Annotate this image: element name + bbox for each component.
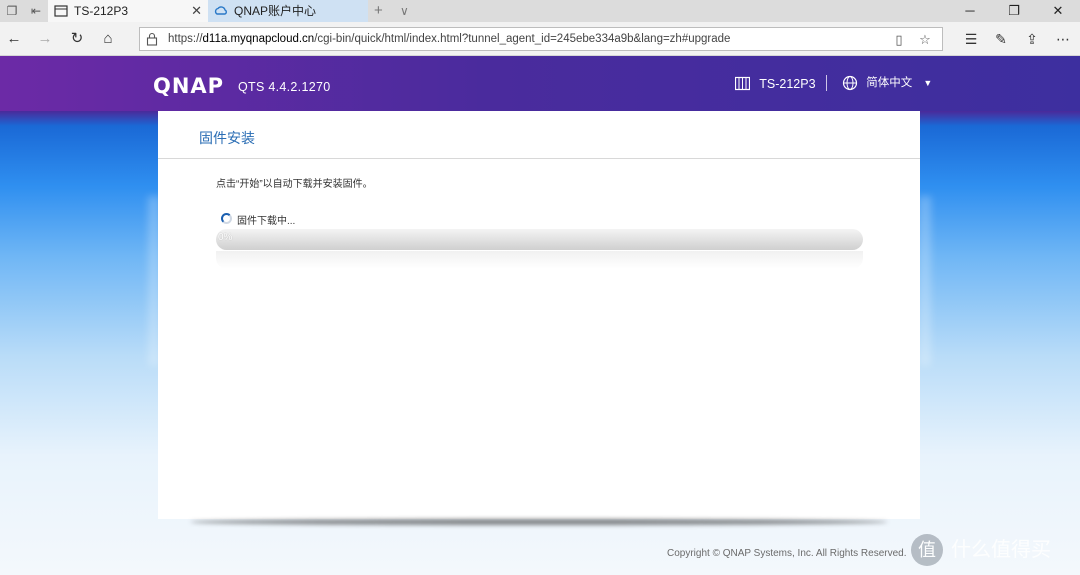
progress-percent: 0% [218, 232, 233, 243]
qts-header: QNAP QTS 4.4.2.1270 TS-212P3 简体中文 ▼ [0, 56, 1080, 111]
browser-nav-bar: ← → ↻ ⌂ https://d11a.myqnapcloud.cn/cgi-… [0, 22, 1080, 56]
globe-icon [842, 75, 858, 91]
refresh-icon[interactable]: ↻ [66, 28, 88, 50]
download-status: 固件下载中... [221, 212, 296, 227]
watermark-badge: 值 [911, 534, 943, 566]
firmware-install-panel: 固件安装 点击“开始”以自动下载并安装固件。 固件下载中... 0% [158, 111, 920, 519]
url-scheme: https:// [168, 33, 203, 45]
loading-spinner-icon [221, 213, 232, 224]
qnap-logo: QNAP [153, 74, 225, 98]
download-progress-bar: 0% [216, 229, 863, 250]
more-icon[interactable]: ⋯ [1052, 28, 1074, 50]
lock-icon [146, 32, 158, 46]
share-icon[interactable]: ⇪ [1021, 28, 1043, 50]
watermark: 值什么值得买 [911, 532, 1051, 568]
divider [158, 158, 920, 159]
minimize-icon[interactable]: ─ [948, 0, 992, 22]
tab-qnap-account[interactable]: QNAP账户中心 [208, 0, 368, 22]
back-arrow-icon[interactable]: ← [3, 28, 25, 50]
device-name: TS-212P3 [735, 76, 816, 92]
copyright-text: Copyright © QNAP Systems, Inc. All Right… [667, 548, 907, 559]
reading-view-icon[interactable]: ▯ [890, 31, 908, 49]
tab-preview-icon[interactable]: ❐ [3, 2, 21, 20]
page-content: QNAP QTS 4.4.2.1270 TS-212P3 简体中文 ▼ 固件安装… [0, 56, 1080, 575]
set-aside-tabs-icon[interactable]: ⇤ [27, 2, 45, 20]
caret-down-icon: ▼ [923, 78, 933, 88]
page-icon [54, 5, 68, 17]
url-host: d11a.myqnapcloud.cn [202, 33, 315, 45]
tab-title: TS-212P3 [74, 4, 129, 18]
url-text: https://d11a.myqnapcloud.cn/cgi-bin/quic… [168, 28, 730, 50]
cloud-icon [214, 6, 227, 15]
tab-title: QNAP账户中心 [234, 4, 317, 18]
tab-ts-212p3[interactable]: TS-212P3 ✕ [48, 0, 208, 22]
watermark-text: 什么值得买 [951, 539, 1051, 561]
maximize-icon[interactable]: ❐ [992, 0, 1036, 22]
page-title: 固件安装 [199, 130, 255, 146]
language-label: 简体中文 [866, 77, 913, 89]
browser-tab-bar: ❐ ⇤ TS-212P3 ✕ QNAP账户中心 + ∨ ─ ❐ ✕ [0, 0, 1080, 22]
decorative-glow [919, 196, 931, 366]
nas-device-icon [735, 76, 750, 91]
star-icon[interactable]: ☆ [916, 31, 934, 49]
home-icon[interactable]: ⌂ [97, 28, 119, 50]
instruction-text: 点击“开始”以自动下载并安装固件。 [216, 179, 373, 190]
url-path: /cgi-bin/quick/html/index.html?tunnel_ag… [314, 33, 731, 45]
device-name-label: TS-212P3 [759, 77, 816, 91]
forward-arrow-icon[interactable]: → [34, 28, 56, 50]
close-tab-icon[interactable]: ✕ [191, 0, 202, 22]
language-selector[interactable]: 简体中文 ▼ [842, 75, 932, 92]
progress-reflection [216, 251, 863, 269]
address-bar[interactable]: https://d11a.myqnapcloud.cn/cgi-bin/quic… [139, 27, 943, 51]
status-text: 固件下载中... [237, 216, 296, 227]
favorites-hub-icon[interactable]: ☰ [960, 28, 982, 50]
pen-icon[interactable]: ✎ [990, 28, 1012, 50]
tab-list-chevron-icon[interactable]: ∨ [400, 0, 409, 22]
close-window-icon[interactable]: ✕ [1036, 0, 1080, 22]
new-tab-icon[interactable]: + [374, 0, 383, 22]
header-separator [826, 75, 827, 91]
panel-shadow [190, 519, 888, 525]
firmware-version: QTS 4.4.2.1270 [238, 80, 331, 94]
